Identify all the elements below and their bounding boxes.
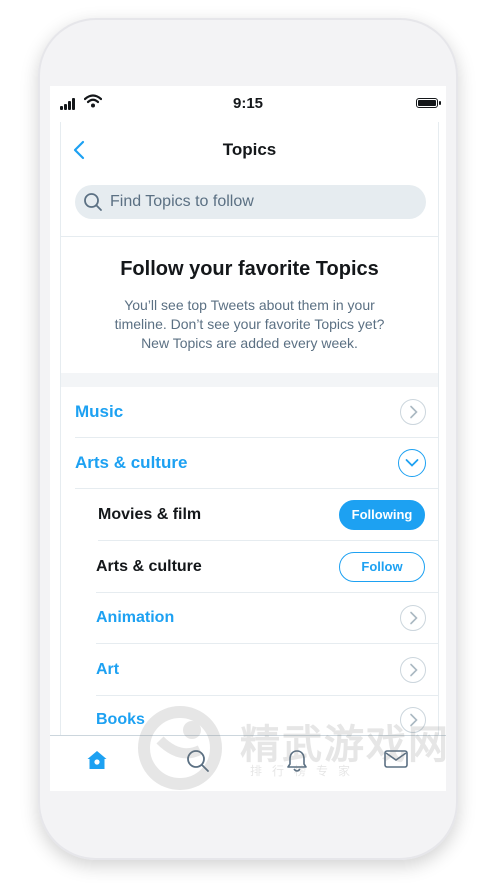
home-icon (87, 751, 107, 769)
status-bar: 9:15 (50, 86, 446, 122)
divider (61, 236, 438, 237)
subtopic-row-animation[interactable]: Animation (96, 593, 438, 644)
topics-page: Topics Follow your favorite Topics You’l… (60, 122, 439, 735)
category-row-music[interactable]: Music (75, 387, 438, 438)
search-input[interactable] (110, 185, 410, 219)
subtopic-row: Arts & culture Follow (96, 541, 438, 593)
following-button[interactable]: Following (339, 499, 425, 530)
chevron-right-icon[interactable] (400, 656, 426, 683)
tab-bar (50, 735, 446, 791)
category-label: Music (75, 402, 124, 421)
tab-home[interactable] (85, 748, 113, 776)
subtopic-label: Movies & film (98, 505, 202, 523)
intro-title: Follow your favorite Topics (120, 258, 379, 280)
category-row-arts-culture[interactable]: Arts & culture (75, 438, 438, 489)
section-gap (61, 373, 438, 387)
page-title: Topics (222, 140, 277, 159)
subtopic-row-art[interactable]: Art (96, 644, 438, 696)
nav-bar: Topics (61, 122, 438, 178)
chevron-right-icon[interactable] (400, 399, 426, 425)
phone-screen: 9:15 Topics Follow your favorite Topics … (50, 86, 446, 791)
tab-notifications[interactable] (285, 748, 313, 776)
subtopic-label: Books (96, 711, 145, 728)
chevron-right-icon[interactable] (400, 707, 426, 733)
search-icon (84, 193, 102, 211)
tab-messages[interactable] (383, 748, 411, 776)
subtopic-label: Animation (96, 609, 175, 626)
chevron-right-icon[interactable] (400, 605, 426, 631)
subtopic-row: Movies & film Following (98, 489, 438, 541)
search-bar[interactable] (75, 185, 426, 219)
bell-icon (287, 750, 307, 772)
tab-search[interactable] (185, 748, 213, 776)
chevron-down-icon[interactable] (398, 449, 426, 477)
follow-button[interactable]: Follow (339, 551, 425, 582)
subtopic-label: Arts & culture (96, 557, 202, 575)
search-icon (187, 750, 209, 772)
mail-icon (384, 750, 408, 768)
subtopic-label: Art (96, 660, 120, 678)
subtopic-row-books[interactable]: Books (96, 696, 438, 735)
category-label: Arts & culture (75, 453, 188, 472)
status-time: 9:15 (232, 95, 264, 112)
battery-icon (416, 98, 441, 108)
intro-text: You’ll see top Tweets about them in your… (114, 297, 385, 351)
